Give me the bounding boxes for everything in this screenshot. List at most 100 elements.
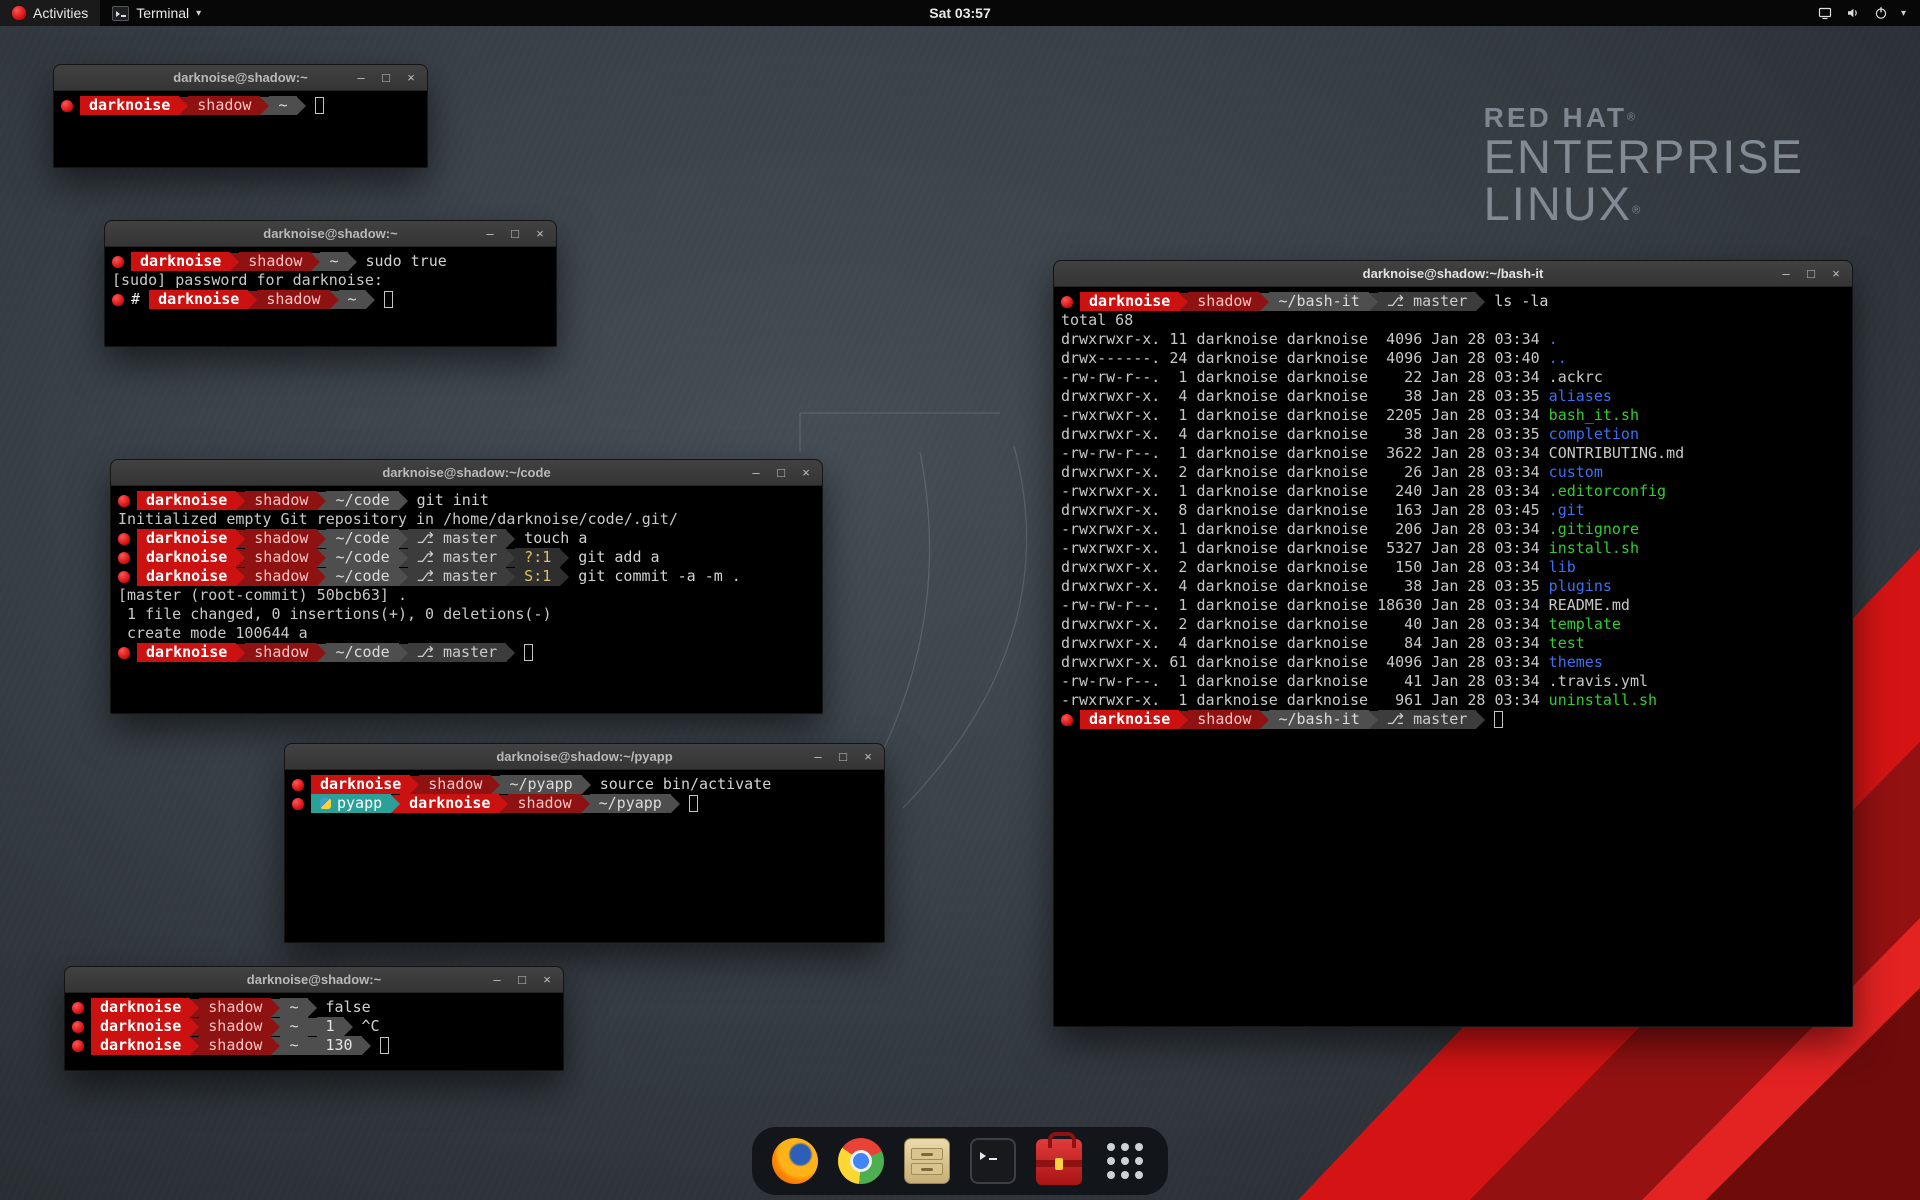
powerline-separator-icon [317,492,326,510]
titlebar[interactable]: darknoise@shadow:~/bash-it – □ × [1054,261,1852,287]
prompt-hat-icon [1061,714,1073,726]
file-manager-icon[interactable] [904,1138,950,1184]
minimize-button[interactable]: – [490,973,504,986]
clock[interactable]: Sat 03:57 [919,0,1000,26]
terminal-screen[interactable]: darknoiseshadow~ [54,91,427,167]
powerline-separator-icon [271,1037,280,1055]
prompt-segment-path: ~/pyapp [500,775,581,794]
titlebar[interactable]: darknoise@shadow:~/code – □ × [111,460,822,486]
terminal-line: drwxrwxr-x. 2 darknoise darknoise 150 Ja… [1061,558,1845,577]
maximize-button[interactable]: □ [379,71,393,84]
powerline-separator-icon [399,568,408,586]
prompt-segment-path: ~ [320,252,347,271]
powerline-separator-icon [560,549,569,567]
minimize-button[interactable]: – [483,227,497,240]
maximize-button[interactable]: □ [508,227,522,240]
terminal-line: drwxrwxr-x. 4 darknoise darknoise 38 Jan… [1061,387,1845,406]
titlebar[interactable]: darknoise@shadow:~ – □ × [105,221,556,247]
output-text: drwxrwxr-x. 61 darknoise darknoise 4096 … [1061,653,1549,672]
prompt-segment-user: darknoise [91,1036,190,1055]
app-menu-terminal[interactable]: Terminal ▾ [100,0,213,26]
terminal-launcher-icon[interactable] [970,1138,1016,1184]
prompt-segment-gitstat: S:1 [515,567,560,586]
terminal-screen[interactable]: darknoiseshadow~sudo true[sudo] password… [105,247,556,346]
terminal-screen[interactable]: darknoiseshadow~/pyappsource bin/activat… [285,770,884,942]
close-button[interactable]: × [861,750,875,763]
terminal-line: darknoiseshadow~/code⎇ master?:1git add … [118,548,815,567]
output-text: Initialized empty Git repository in /hom… [118,510,678,529]
prompt-segment-path: ~/code [326,529,398,548]
maximize-button[interactable]: □ [774,466,788,479]
show-applications-icon[interactable] [1102,1138,1148,1184]
drawer-top [911,1148,943,1160]
terminal-cursor [380,1037,389,1054]
prompt-hat-icon [72,1021,84,1033]
prompt-hat-icon [118,571,130,583]
powerline-separator-icon [236,644,245,662]
titlebar[interactable]: darknoise@shadow:~/pyapp – □ × [285,744,884,770]
minimize-button[interactable]: – [749,466,763,479]
prompt-segment-host: shadow [245,491,317,510]
firefox-icon[interactable] [772,1138,818,1184]
powerline-separator-icon [308,999,317,1017]
titlebar[interactable]: darknoise@shadow:~ – □ × [54,65,427,91]
terminal-line: darknoiseshadow~sudo true [112,252,549,271]
prompt-prefix: # [131,290,149,309]
close-button[interactable]: × [404,71,418,84]
output-text: drwxrwxr-x. 4 darknoise darknoise 38 Jan… [1061,577,1549,596]
minimize-button[interactable]: – [811,750,825,763]
terminal-screen[interactable]: darknoiseshadow~falsedarknoiseshadow~1^C… [65,993,563,1070]
powerline-separator-icon [317,530,326,548]
close-button[interactable]: × [533,227,547,240]
activities-button[interactable]: Activities [0,0,100,26]
system-status-menu[interactable]: ▾ [1803,0,1920,26]
terminal-cursor [1494,711,1503,728]
terminal-screen[interactable]: darknoiseshadow~/bash-it⎇ masterls -lato… [1054,287,1852,1026]
close-button[interactable]: × [1829,267,1843,280]
close-button[interactable]: × [540,973,554,986]
close-button[interactable]: × [799,466,813,479]
minimize-button[interactable]: – [1779,267,1793,280]
drawer-bottom [911,1163,943,1175]
powerline-separator-icon [317,568,326,586]
python-icon [320,798,331,809]
terminal-line: -rwxrwxr-x. 1 darknoise darknoise 2205 J… [1061,406,1845,425]
powerline-separator-icon [236,492,245,510]
prompt-segment-host: shadow [508,794,580,813]
window-title: darknoise@shadow:~ [173,70,307,85]
powerline-separator-icon [236,530,245,548]
powerline-separator-icon [391,795,400,813]
maximize-button[interactable]: □ [515,973,529,986]
powerline-separator-icon [506,549,515,567]
toolbox-icon[interactable] [1036,1139,1082,1185]
prompt-segment-path: ~/code [326,548,398,567]
terminal-line: -rw-rw-r--. 1 darknoise darknoise 22 Jan… [1061,368,1845,387]
prompt-hat-icon [112,294,124,306]
output-text: drwxrwxr-x. 8 darknoise darknoise 163 Ja… [1061,501,1549,520]
terminal-screen[interactable]: darknoiseshadow~/codegit initInitialized… [111,486,822,713]
maximize-button[interactable]: □ [1804,267,1818,280]
terminal-line: darknoiseshadow~/code⎇ master [118,643,815,662]
output-text: drwxrwxr-x. 4 darknoise darknoise 38 Jan… [1061,425,1549,444]
minimize-button[interactable]: – [354,71,368,84]
output-text: drwxrwxr-x. 2 darknoise darknoise 40 Jan… [1061,615,1549,634]
terminal-line: drwxrwxr-x. 4 darknoise darknoise 38 Jan… [1061,577,1845,596]
prompt-segment-user: darknoise [311,775,410,794]
chrome-icon[interactable] [838,1138,884,1184]
powerline-separator-icon [190,1018,199,1036]
output-text: . [1549,330,1558,349]
output-text: completion [1549,425,1639,444]
output-text: bash_it.sh [1549,406,1639,425]
prompt-segment-git: ⎇ master [408,529,507,548]
prompt-hat-icon [61,100,73,112]
terminal-cursor [689,795,698,812]
prompt-segment-host: shadow [257,290,329,309]
maximize-button[interactable]: □ [836,750,850,763]
prompt-hat-icon [292,798,304,810]
terminal-line: drwx------. 24 darknoise darknoise 4096 … [1061,349,1845,368]
prompt-segment-venv: pyapp [311,794,391,813]
titlebar[interactable]: darknoise@shadow:~ – □ × [65,967,563,993]
display-icon [1817,5,1833,21]
output-text: drwxrwxr-x. 11 darknoise darknoise 4096 … [1061,330,1549,349]
prompt-segment-user: darknoise [1080,710,1179,729]
